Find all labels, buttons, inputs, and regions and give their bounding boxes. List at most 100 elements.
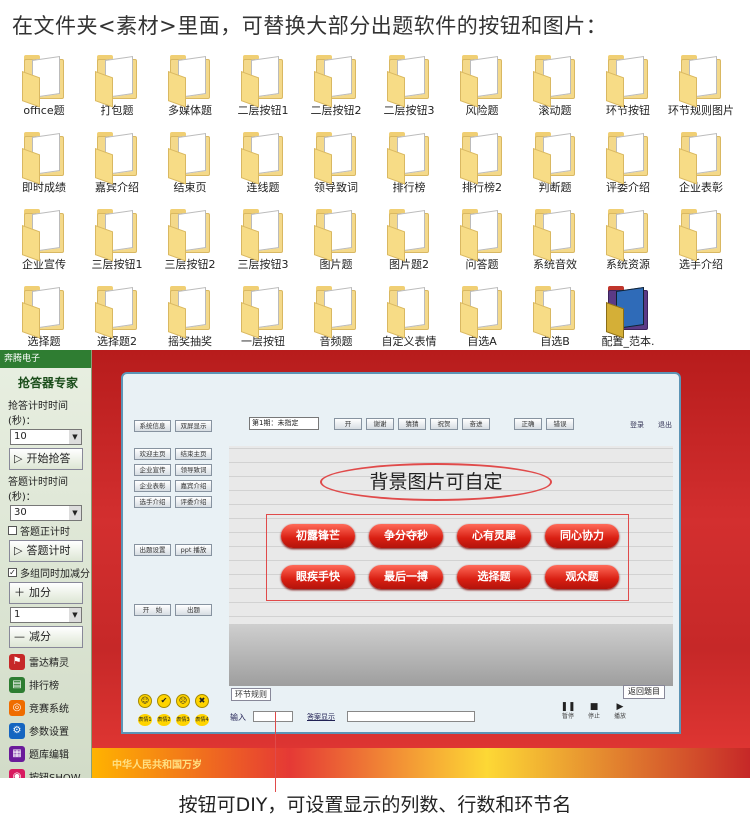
folder-item[interactable]: 领导致词 (300, 132, 372, 206)
folder-item[interactable]: 滚动题 (519, 55, 591, 129)
left-panel-button[interactable]: 出题 (175, 604, 212, 616)
category-button[interactable]: 选择题 (457, 565, 531, 589)
emoji-label[interactable]: 表情1 (138, 714, 152, 726)
input-field[interactable] (253, 711, 293, 722)
folder-item[interactable]: 图片题2 (373, 209, 445, 283)
category-button[interactable]: 初露锋芒 (281, 524, 355, 548)
folder-item[interactable]: 三层按钮3 (227, 209, 299, 283)
folder-item[interactable]: 系统资源 (592, 209, 664, 283)
score-select[interactable]: 1 ▼ (10, 607, 82, 623)
minus-score-button[interactable]: — 减分 (9, 626, 83, 648)
toolbar-button[interactable]: 猜猜 (398, 418, 426, 430)
chevron-down-icon[interactable]: ▼ (69, 430, 81, 444)
category-button[interactable]: 同心协力 (545, 524, 619, 548)
emoji-icon[interactable]: ✔ (157, 694, 171, 708)
folder-item[interactable]: 企业宣传 (8, 209, 80, 283)
folder-item[interactable]: 问答题 (446, 209, 518, 283)
emoji-icon[interactable]: ✖ (195, 694, 209, 708)
category-button[interactable]: 心有灵犀 (457, 524, 531, 548)
folder-item[interactable]: 音频题 (300, 286, 372, 360)
folder-item[interactable]: 排行榜 (373, 132, 445, 206)
left-panel-button[interactable]: 欢迎主页 (134, 448, 171, 460)
sidebar-tool[interactable]: ◎ 竞赛系统 (9, 697, 83, 718)
emoji-icon[interactable]: ☹ (176, 694, 190, 708)
sidebar-tool[interactable]: ▦ 题库编辑 (9, 743, 83, 764)
folder-item[interactable]: 二层按钮2 (300, 55, 372, 129)
toolbar-button[interactable]: 错误 (546, 418, 574, 430)
start-answer-button[interactable]: ▷ 开始抢答 (9, 448, 83, 470)
folder-item[interactable]: 配置_范本. (592, 286, 664, 360)
folder-item[interactable]: 自定义表情 (373, 286, 445, 360)
category-button[interactable]: 眼疾手快 (281, 565, 355, 589)
folder-item[interactable]: 摇奖抽奖 (154, 286, 226, 360)
folder-item[interactable]: 一层按钮 (227, 286, 299, 360)
left-panel-button[interactable]: 领导致词 (175, 464, 212, 476)
play-button[interactable]: ▶ 播放 (611, 702, 629, 722)
folder-item[interactable]: 二层按钮3 (373, 55, 445, 129)
answer-timer-button[interactable]: ▷ 答题计时 (9, 540, 83, 562)
sidebar-tool[interactable]: ⚙ 参数设置 (9, 720, 83, 741)
folder-item[interactable]: 嘉宾介绍 (81, 132, 153, 206)
left-panel-button[interactable]: 结束主页 (175, 448, 212, 460)
category-button[interactable]: 最后一搏 (369, 565, 443, 589)
folder-item[interactable]: 企业表彰 (665, 132, 737, 206)
toolbar-button[interactable]: 谢谢 (366, 418, 394, 430)
category-button[interactable]: 争分夺秒 (369, 524, 443, 548)
multi-group-checkbox[interactable]: ✓ 多组同时加减分 (8, 565, 91, 580)
folder-item[interactable]: 选择题2 (81, 286, 153, 360)
sidebar-tool[interactable]: ◉ 按钮SHOW (9, 766, 83, 778)
left-panel-button[interactable]: 选手介绍 (134, 496, 171, 508)
folder-item[interactable]: 图片题 (300, 209, 372, 283)
positive-timer-checkbox[interactable]: 答题正计时 (8, 523, 91, 538)
toolbar-button[interactable]: 开 (334, 418, 362, 430)
toolbar-button[interactable]: 祝贺 (430, 418, 458, 430)
answer-count-input[interactable]: 30 ▼ (10, 505, 82, 521)
left-panel-button[interactable]: 出题设置 (134, 544, 171, 556)
login-link[interactable]: 登录 (630, 420, 644, 430)
emoji-label[interactable]: 表情2 (157, 714, 171, 726)
folder-item[interactable]: 环节按钮 (592, 55, 664, 129)
round-rules-tab[interactable]: 环节规则 (231, 688, 271, 701)
toolbar-button[interactable]: 正确 (514, 418, 542, 430)
toolbar-button[interactable]: 奋进 (462, 418, 490, 430)
emoji-label[interactable]: 表情3 (176, 714, 190, 726)
answer-display-link[interactable]: 答案显示 (307, 712, 335, 722)
left-panel-button[interactable]: 评委介绍 (175, 496, 212, 508)
category-button[interactable]: 观众题 (545, 565, 619, 589)
left-panel-button[interactable]: 企业宣传 (134, 464, 171, 476)
folder-item[interactable]: 自选A (446, 286, 518, 360)
folder-item[interactable]: 选手介绍 (665, 209, 737, 283)
folder-item[interactable]: 评委介绍 (592, 132, 664, 206)
folder-item[interactable]: 风险题 (446, 55, 518, 129)
folder-item[interactable]: 三层按钮2 (154, 209, 226, 283)
answer-display-field[interactable] (347, 711, 475, 722)
add-score-button[interactable]: ＋加分 (9, 582, 83, 604)
answer-time-input[interactable]: 10 ▼ (10, 429, 82, 445)
folder-item[interactable]: 连线题 (227, 132, 299, 206)
folder-item[interactable]: 自选B (519, 286, 591, 360)
folder-item[interactable]: office题 (8, 55, 80, 129)
stop-button[interactable]: ■ 停止 (585, 702, 603, 722)
folder-item[interactable]: 判断题 (519, 132, 591, 206)
folder-item[interactable]: 排行榜2 (446, 132, 518, 206)
folder-item[interactable]: 三层按钮1 (81, 209, 153, 283)
return-button[interactable]: 返回题目 (623, 685, 665, 699)
left-panel-button[interactable]: 双屏显示 (175, 420, 212, 432)
chevron-down-icon[interactable]: ▼ (69, 506, 81, 520)
pause-button[interactable]: ❚❚ 暂停 (559, 702, 577, 722)
folder-item[interactable]: 二层按钮1 (227, 55, 299, 129)
sidebar-tool[interactable]: ▤ 排行榜 (9, 674, 83, 695)
folder-item[interactable]: 系统音效 (519, 209, 591, 283)
period-select[interactable]: 第1期：未指定 (249, 417, 319, 430)
left-panel-button[interactable]: 企业表彰 (134, 480, 171, 492)
left-panel-button[interactable]: 开 始 (134, 604, 171, 616)
folder-item[interactable]: 结束页 (154, 132, 226, 206)
emoji-label[interactable]: 表情4 (195, 714, 209, 726)
folder-item[interactable]: 多媒体题 (154, 55, 226, 129)
folder-item[interactable]: 打包题 (81, 55, 153, 129)
folder-item[interactable]: 选择题 (8, 286, 80, 360)
emoji-icon[interactable]: ☺ (138, 694, 152, 708)
exit-link[interactable]: 退出 (658, 420, 672, 430)
left-panel-button[interactable]: 嘉宾介绍 (175, 480, 212, 492)
left-panel-button[interactable]: 系统信息 (134, 420, 171, 432)
